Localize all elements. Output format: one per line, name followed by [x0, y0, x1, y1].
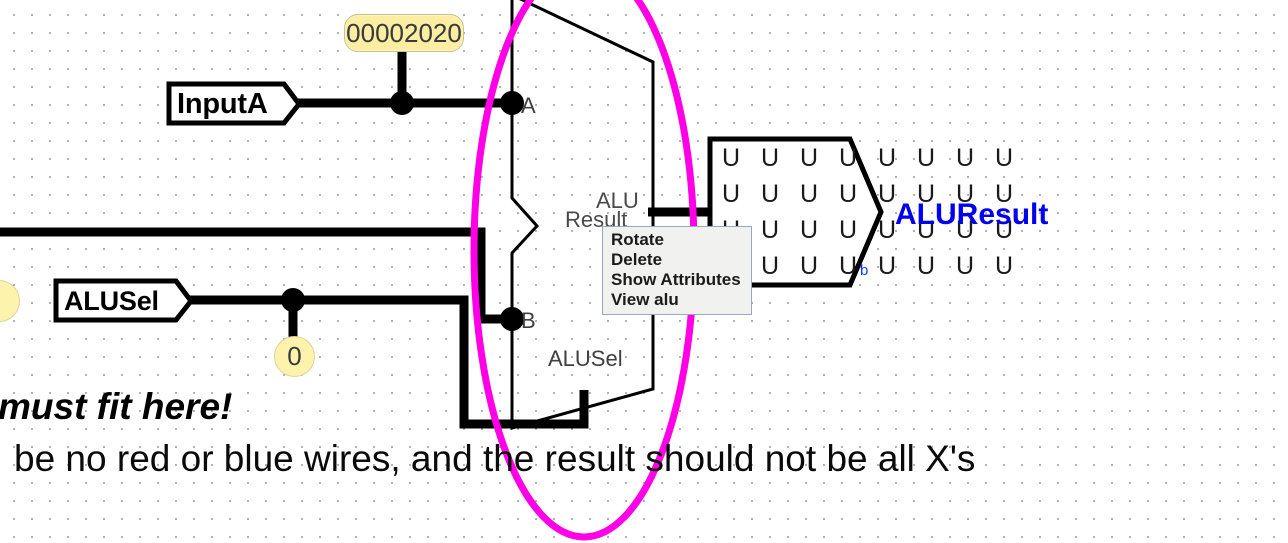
- input-pin-alusel-label: ALUSel: [64, 286, 159, 316]
- output-probe-bits-row-4: U U U U U U U U: [722, 252, 1021, 280]
- input-pin-a-label: InputA: [177, 88, 268, 120]
- wire-value-alusel[interactable]: 0: [274, 336, 315, 377]
- alu-port-alusel-label: ALUSel: [548, 346, 623, 371]
- output-probe-radix-label: b: [860, 262, 869, 279]
- circuit-canvas[interactable]: InputA ALUSel 00002020 0 A B ALUSel ALU …: [0, 0, 1288, 543]
- junction-dot-inputa[interactable]: [390, 91, 414, 115]
- menu-item-show-attributes[interactable]: Show Attributes: [603, 270, 751, 290]
- note-instruction-line: be no red or blue wires, and the result …: [14, 438, 976, 479]
- alu-port-b-label: B: [521, 308, 536, 333]
- menu-item-delete[interactable]: Delete: [603, 250, 751, 270]
- output-probe-name-label: ALUResult: [895, 198, 1049, 231]
- alu-port-a-label: A: [521, 93, 536, 118]
- output-probe-bits-row-1: U U U U U U U U: [722, 144, 1021, 172]
- alu-context-menu[interactable]: Rotate Delete Show Attributes View alu: [602, 226, 752, 315]
- wire-value-inputa[interactable]: 00002020: [344, 14, 464, 52]
- menu-item-view-alu[interactable]: View alu: [603, 290, 751, 310]
- note-must-fit-here: must fit here!: [0, 386, 233, 427]
- menu-item-rotate[interactable]: Rotate: [603, 230, 751, 250]
- junction-dot-alusel[interactable]: [281, 288, 305, 312]
